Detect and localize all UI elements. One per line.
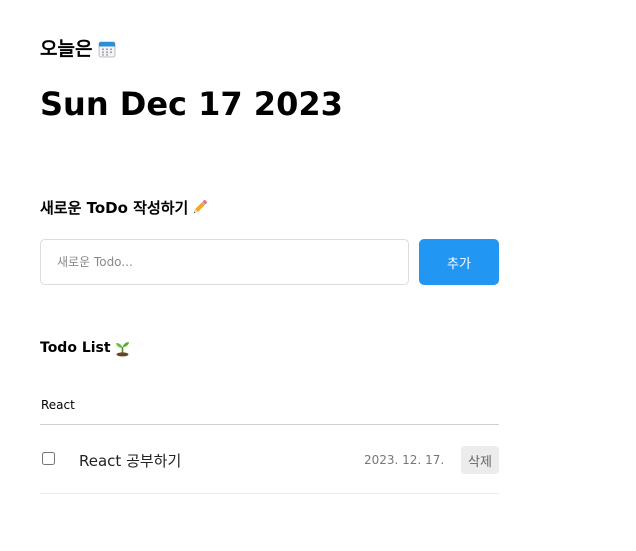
editor-heading: 새로운 ToDo 작성하기	[40, 197, 208, 218]
todo-checkbox[interactable]	[42, 452, 55, 465]
add-button[interactable]: 추가	[419, 239, 499, 285]
today-label: 오늘은	[40, 38, 93, 60]
todo-app: 오늘은 Sun Dec 17 2023 새로운 ToDo 작성하기 새로운 To…	[0, 0, 636, 551]
today-header: 오늘은	[40, 34, 116, 61]
current-date: Sun Dec 17 2023	[40, 85, 343, 123]
sprout-icon	[115, 342, 129, 357]
todo-item: React 공부하기 2023. 12. 17. 삭제	[40, 426, 499, 494]
editor-heading-label: 새로운 ToDo 작성하기	[40, 199, 189, 217]
calendar-icon	[98, 41, 116, 57]
list-heading-label: Todo List	[40, 340, 111, 356]
todo-date: 2023. 12. 17.	[364, 453, 445, 467]
list-heading: Todo List	[40, 339, 131, 357]
new-todo-input[interactable]	[40, 239, 409, 285]
search-input[interactable]	[40, 385, 499, 425]
pencil-icon	[194, 199, 208, 213]
todo-content[interactable]: React 공부하기	[79, 450, 181, 471]
delete-button[interactable]: 삭제	[461, 446, 499, 474]
